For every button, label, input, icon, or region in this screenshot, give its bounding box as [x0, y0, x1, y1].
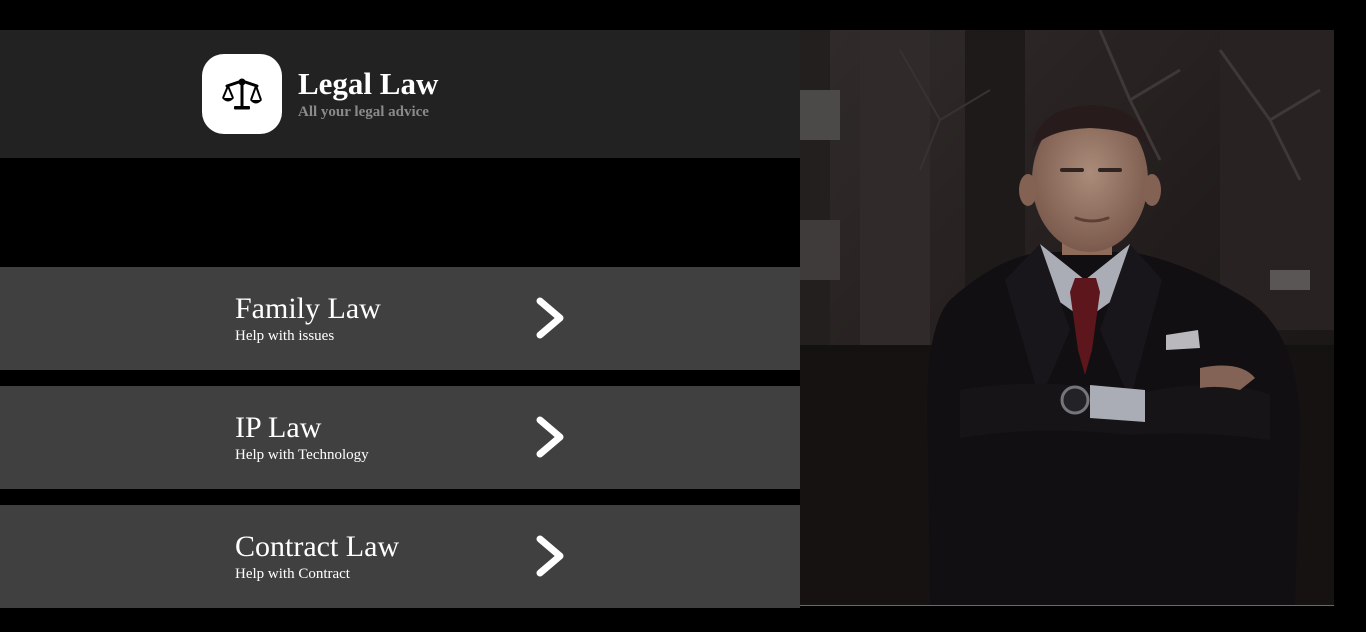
service-card-family-law[interactable]: Family Law Help with issues	[0, 267, 800, 370]
service-title: Contract Law	[235, 530, 400, 563]
service-title: IP Law	[235, 411, 322, 444]
service-card-ip-law[interactable]: IP Law Help with Technology	[0, 386, 800, 489]
service-description: Help with Technology	[235, 447, 369, 463]
scales-icon	[222, 78, 262, 110]
brand-subtitle: All your legal advice	[298, 104, 429, 120]
chevron-right-icon[interactable]	[532, 414, 568, 460]
service-title: Family Law	[235, 292, 381, 325]
lawyer-photo-image	[800, 30, 1334, 606]
page: Legal Law All your legal advice Family L…	[0, 0, 1366, 632]
service-card-contract-law[interactable]: Contract Law Help with Contract	[0, 505, 800, 608]
service-description: Help with issues	[235, 328, 335, 344]
photo-bottom-divider	[800, 605, 1334, 606]
service-description: Help with Contract	[235, 566, 350, 582]
chevron-right-icon[interactable]	[532, 533, 568, 579]
brand-title: Legal Law	[298, 66, 439, 101]
hero-photo	[800, 30, 1334, 606]
logo[interactable]	[202, 54, 282, 134]
chevron-right-icon[interactable]	[532, 295, 568, 341]
header: Legal Law All your legal advice	[0, 30, 800, 158]
